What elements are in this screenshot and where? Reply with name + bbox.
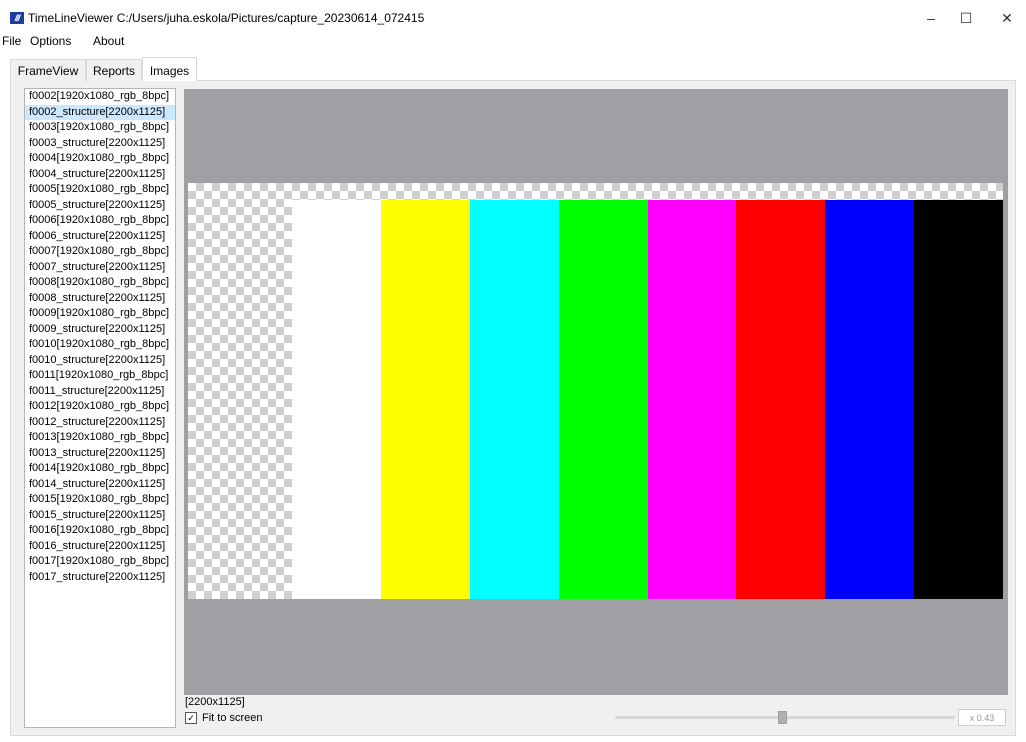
list-item[interactable]: f0005[1920x1080_rgb_8bpc] — [25, 182, 175, 198]
list-item[interactable]: f0013_structure[2200x1125] — [25, 446, 175, 462]
list-item[interactable]: f0002_structure[2200x1125] — [25, 104, 175, 120]
image-list[interactable]: f0002[1920x1080_rgb_8bpc] f0002_structure… — [24, 88, 176, 728]
fit-to-screen-label: Fit to screen — [202, 712, 263, 724]
list-item[interactable]: f0014_structure[2200x1125] — [25, 477, 175, 493]
list-item[interactable]: f0017[1920x1080_rgb_8bpc] — [25, 554, 175, 570]
color-bar — [469, 200, 559, 599]
image-size-label: [2200x1125] — [185, 696, 245, 708]
timelineviewer-logo-icon: /// — [10, 12, 24, 24]
menu-options[interactable]: Options — [30, 34, 71, 48]
list-item[interactable]: f0002[1920x1080_rgb_8bpc] — [25, 89, 175, 105]
window-title: TimeLineViewer C:/Users/juha.eskola/Pict… — [28, 11, 425, 25]
list-item[interactable]: f0006_structure[2200x1125] — [25, 229, 175, 245]
menu-bar: File Options About — [0, 32, 1026, 50]
color-bar — [914, 200, 1003, 599]
list-item[interactable]: f0016[1920x1080_rgb_8bpc] — [25, 523, 175, 539]
list-item[interactable]: f0012_structure[2200x1125] — [25, 415, 175, 431]
color-bar — [736, 200, 826, 599]
title-bar: /// TimeLineViewer C:/Users/juha.eskola/… — [0, 0, 1026, 32]
tab-images[interactable]: Images — [142, 57, 197, 81]
list-item[interactable]: f0011[1920x1080_rgb_8bpc] — [25, 368, 175, 384]
list-item[interactable]: f0007_structure[2200x1125] — [25, 260, 175, 276]
tab-frameview[interactable]: FrameView — [10, 59, 86, 81]
list-item[interactable]: f0017_structure[2200x1125] — [25, 570, 175, 586]
list-item[interactable]: f0004[1920x1080_rgb_8bpc] — [25, 151, 175, 167]
color-bar — [558, 200, 648, 599]
list-item[interactable]: f0009[1920x1080_rgb_8bpc] — [25, 306, 175, 322]
list-item[interactable]: f0009_structure[2200x1125] — [25, 322, 175, 338]
list-item[interactable]: f0011_structure[2200x1125] — [25, 384, 175, 400]
list-item[interactable]: f0015_structure[2200x1125] — [25, 508, 175, 524]
list-item[interactable]: f0015[1920x1080_rgb_8bpc] — [25, 492, 175, 508]
menu-file[interactable]: File — [2, 34, 21, 48]
close-button[interactable]: ✕ — [984, 0, 1026, 32]
list-item[interactable]: f0010_structure[2200x1125] — [25, 353, 175, 369]
maximize-button[interactable]: ☐ — [943, 0, 989, 32]
list-item[interactable]: f0006[1920x1080_rgb_8bpc] — [25, 213, 175, 229]
color-bar — [647, 200, 737, 599]
zoom-value-box: x 0.43 — [958, 709, 1006, 726]
checkmark-icon[interactable]: ✓ — [185, 712, 197, 724]
list-item[interactable]: f0012[1920x1080_rgb_8bpc] — [25, 399, 175, 415]
color-bar — [825, 200, 915, 599]
menu-about[interactable]: About — [93, 34, 124, 48]
fit-to-screen-checkbox[interactable]: ✓ Fit to screen — [185, 712, 263, 724]
color-bar — [380, 200, 470, 599]
list-item[interactable]: f0008_structure[2200x1125] — [25, 291, 175, 307]
tab-reports[interactable]: Reports — [86, 59, 142, 81]
list-item[interactable]: f0004_structure[2200x1125] — [25, 167, 175, 183]
list-item[interactable]: f0003[1920x1080_rgb_8bpc] — [25, 120, 175, 136]
color-bar — [292, 200, 381, 599]
list-item[interactable]: f0003_structure[2200x1125] — [25, 136, 175, 152]
list-item[interactable]: f0016_structure[2200x1125] — [25, 539, 175, 555]
list-item[interactable]: f0008[1920x1080_rgb_8bpc] — [25, 275, 175, 291]
list-item[interactable]: f0014[1920x1080_rgb_8bpc] — [25, 461, 175, 477]
list-item[interactable]: f0010[1920x1080_rgb_8bpc] — [25, 337, 175, 353]
zoom-slider-thumb[interactable] — [777, 711, 787, 724]
list-item[interactable]: f0007[1920x1080_rgb_8bpc] — [25, 244, 175, 260]
list-item[interactable]: f0013[1920x1080_rgb_8bpc] — [25, 430, 175, 446]
color-bars-image — [292, 200, 1003, 599]
list-item[interactable]: f0005_structure[2200x1125] — [25, 198, 175, 214]
image-viewer[interactable] — [184, 89, 1008, 695]
